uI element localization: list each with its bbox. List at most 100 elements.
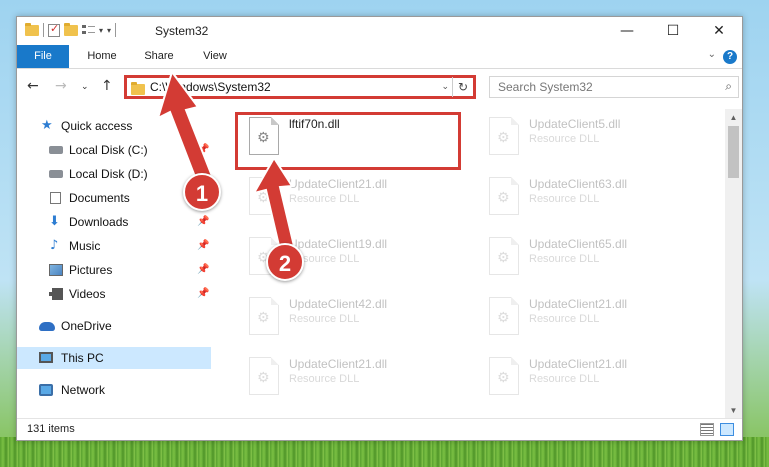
sidebar-item-label: Local Disk (D:) bbox=[69, 167, 148, 181]
address-dropdown-icon[interactable]: ⌄ bbox=[441, 81, 449, 92]
file-item[interactable]: ⚙ UpdateClient42.dll Resource DLL bbox=[241, 293, 471, 345]
sidebar-item-network[interactable]: Network bbox=[17, 379, 211, 401]
scroll-up-icon[interactable]: ▲ bbox=[725, 109, 742, 126]
file-item[interactable]: ⚙ UpdateClient21.dll Resource DLL bbox=[241, 173, 471, 225]
tab-view[interactable]: View bbox=[193, 45, 237, 68]
music-icon: ♪ bbox=[50, 238, 59, 253]
back-button[interactable]: ← bbox=[27, 78, 39, 94]
new-folder-icon[interactable] bbox=[64, 22, 78, 36]
file-name: UpdateClient63.dll bbox=[529, 177, 628, 191]
status-bar: 131 items bbox=[17, 418, 742, 440]
file-name: UpdateClient5.dll bbox=[529, 117, 621, 131]
vertical-scrollbar[interactable]: ▲ ▼ bbox=[725, 109, 742, 419]
scroll-down-icon[interactable]: ▼ bbox=[725, 402, 742, 419]
gear-icon: ⚙ bbox=[257, 190, 270, 206]
gear-icon: ⚙ bbox=[497, 370, 510, 386]
sidebar-item-videos[interactable]: Videos 📌 bbox=[17, 283, 211, 305]
gear-icon: ⚙ bbox=[497, 130, 510, 146]
sidebar-item-onedrive[interactable]: OneDrive bbox=[17, 315, 211, 337]
sidebar-item-local-disk-d[interactable]: Local Disk (D:) bbox=[17, 163, 211, 185]
close-button[interactable]: ✕ bbox=[696, 17, 742, 45]
file-type: Resource DLL bbox=[529, 313, 600, 325]
sidebar-item-music[interactable]: ♪ Music 📌 bbox=[17, 235, 211, 257]
refresh-button[interactable]: ↻ bbox=[452, 77, 473, 97]
gear-icon: ⚙ bbox=[497, 250, 510, 266]
pin-icon[interactable]: 📌 bbox=[197, 259, 209, 281]
dll-file-icon: ⚙ bbox=[489, 117, 519, 155]
expand-ribbon-icon[interactable]: ⌄ bbox=[708, 49, 716, 60]
file-item[interactable]: ⚙ UpdateClient63.dll Resource DLL bbox=[481, 173, 711, 225]
sidebar-item-local-disk-c[interactable]: Local Disk (C:) 📌 bbox=[17, 139, 211, 161]
sidebar-item-label: Downloads bbox=[69, 215, 129, 229]
dll-file-icon: ⚙ bbox=[489, 297, 519, 335]
folder-icon bbox=[131, 82, 145, 95]
tab-home[interactable]: Home bbox=[77, 45, 127, 68]
search-input[interactable]: Search System32 ⌕ bbox=[489, 76, 739, 98]
sidebar-item-label: OneDrive bbox=[61, 319, 112, 333]
view-icon[interactable] bbox=[82, 24, 95, 36]
disk-icon bbox=[49, 146, 63, 154]
file-type: Resource DLL bbox=[289, 373, 360, 385]
forward-button[interactable]: → bbox=[55, 78, 67, 94]
pin-icon[interactable]: 📌 bbox=[197, 283, 209, 305]
pin-icon[interactable]: 📌 bbox=[197, 139, 209, 161]
sidebar-item-label: This PC bbox=[61, 351, 104, 365]
chevron-down-icon[interactable]: ▾ bbox=[99, 26, 103, 35]
divider bbox=[115, 23, 117, 37]
sidebar-item-label: Pictures bbox=[69, 263, 113, 277]
properties-icon[interactable] bbox=[48, 22, 60, 37]
sidebar-item-documents[interactable]: Documents 📌 bbox=[17, 187, 211, 209]
file-item[interactable]: ⚙ UpdateClient21.dll Resource DLL bbox=[241, 353, 471, 405]
file-name: UpdateClient21.dll bbox=[289, 177, 388, 191]
file-name: UpdateClient21.dll bbox=[529, 357, 628, 371]
star-icon: ★ bbox=[41, 118, 53, 133]
file-item[interactable]: ⚙ UpdateClient21.dll Resource DLL bbox=[481, 353, 711, 405]
search-icon[interactable]: ⌕ bbox=[725, 79, 732, 94]
ribbon-tabs: File Home Share View ⌄ ? bbox=[17, 45, 742, 69]
file-item[interactable]: ⚙ UpdateClient21.dll Resource DLL bbox=[481, 293, 711, 345]
dll-file-icon: ⚙ bbox=[249, 177, 279, 215]
file-type: Resource DLL bbox=[289, 313, 360, 325]
up-button[interactable]: ↑ bbox=[101, 78, 113, 94]
file-name: UpdateClient21.dll bbox=[529, 297, 628, 311]
file-type: Resource DLL bbox=[529, 373, 600, 385]
address-path[interactable]: C:\Windows\System32 bbox=[150, 80, 271, 94]
navigation-pane: ★ Quick access Local Disk (C:) 📌 Local D… bbox=[17, 109, 213, 419]
file-type: Resource DLL bbox=[529, 193, 600, 205]
network-icon bbox=[39, 384, 53, 396]
title-bar: ▾ ▾ System32 — ☐ ✕ bbox=[17, 17, 742, 45]
maximize-button[interactable]: ☐ bbox=[650, 17, 696, 45]
tab-share[interactable]: Share bbox=[135, 45, 183, 68]
pin-icon[interactable]: 📌 bbox=[197, 211, 209, 233]
pin-icon[interactable]: 📌 bbox=[197, 235, 209, 257]
tiles-view-icon[interactable] bbox=[720, 423, 734, 436]
gear-icon: ⚙ bbox=[497, 310, 510, 326]
sidebar-item-quick-access[interactable]: ★ Quick access bbox=[17, 115, 211, 137]
dll-file-icon: ⚙ bbox=[489, 177, 519, 215]
documents-icon bbox=[50, 192, 61, 204]
address-bar[interactable]: C:\Windows\System32 ⌄ ↻ bbox=[124, 75, 476, 99]
sidebar-item-pictures[interactable]: Pictures 📌 bbox=[17, 259, 211, 281]
file-name: UpdateClient21.dll bbox=[289, 357, 388, 371]
customize-toolbar-icon[interactable]: ▾ bbox=[107, 26, 111, 35]
recent-locations-icon[interactable]: ⌄ bbox=[81, 82, 89, 92]
file-name: UpdateClient19.dll bbox=[289, 237, 388, 251]
file-explorer-window: ▾ ▾ System32 — ☐ ✕ File Home Share View … bbox=[16, 16, 743, 441]
file-name: UpdateClient65.dll bbox=[529, 237, 628, 251]
highlight-box-file bbox=[235, 112, 461, 170]
minimize-button[interactable]: — bbox=[604, 17, 650, 45]
sidebar-item-downloads[interactable]: ⬇ Downloads 📌 bbox=[17, 211, 211, 233]
tab-file[interactable]: File bbox=[17, 45, 69, 68]
sidebar-item-this-pc[interactable]: This PC bbox=[17, 347, 211, 369]
file-item[interactable]: ⚙ UpdateClient65.dll Resource DLL bbox=[481, 233, 711, 285]
scrollbar-thumb[interactable] bbox=[728, 126, 739, 178]
disk-icon bbox=[49, 170, 63, 178]
onedrive-icon bbox=[39, 322, 55, 331]
file-name: UpdateClient42.dll bbox=[289, 297, 388, 311]
help-icon[interactable]: ? bbox=[723, 50, 737, 64]
videos-icon bbox=[49, 288, 63, 300]
details-view-icon[interactable] bbox=[700, 423, 714, 436]
gear-icon: ⚙ bbox=[257, 370, 270, 386]
file-item[interactable]: ⚙ UpdateClient5.dll Resource DLL bbox=[481, 113, 711, 165]
step-1-badge: 1 bbox=[183, 173, 221, 211]
